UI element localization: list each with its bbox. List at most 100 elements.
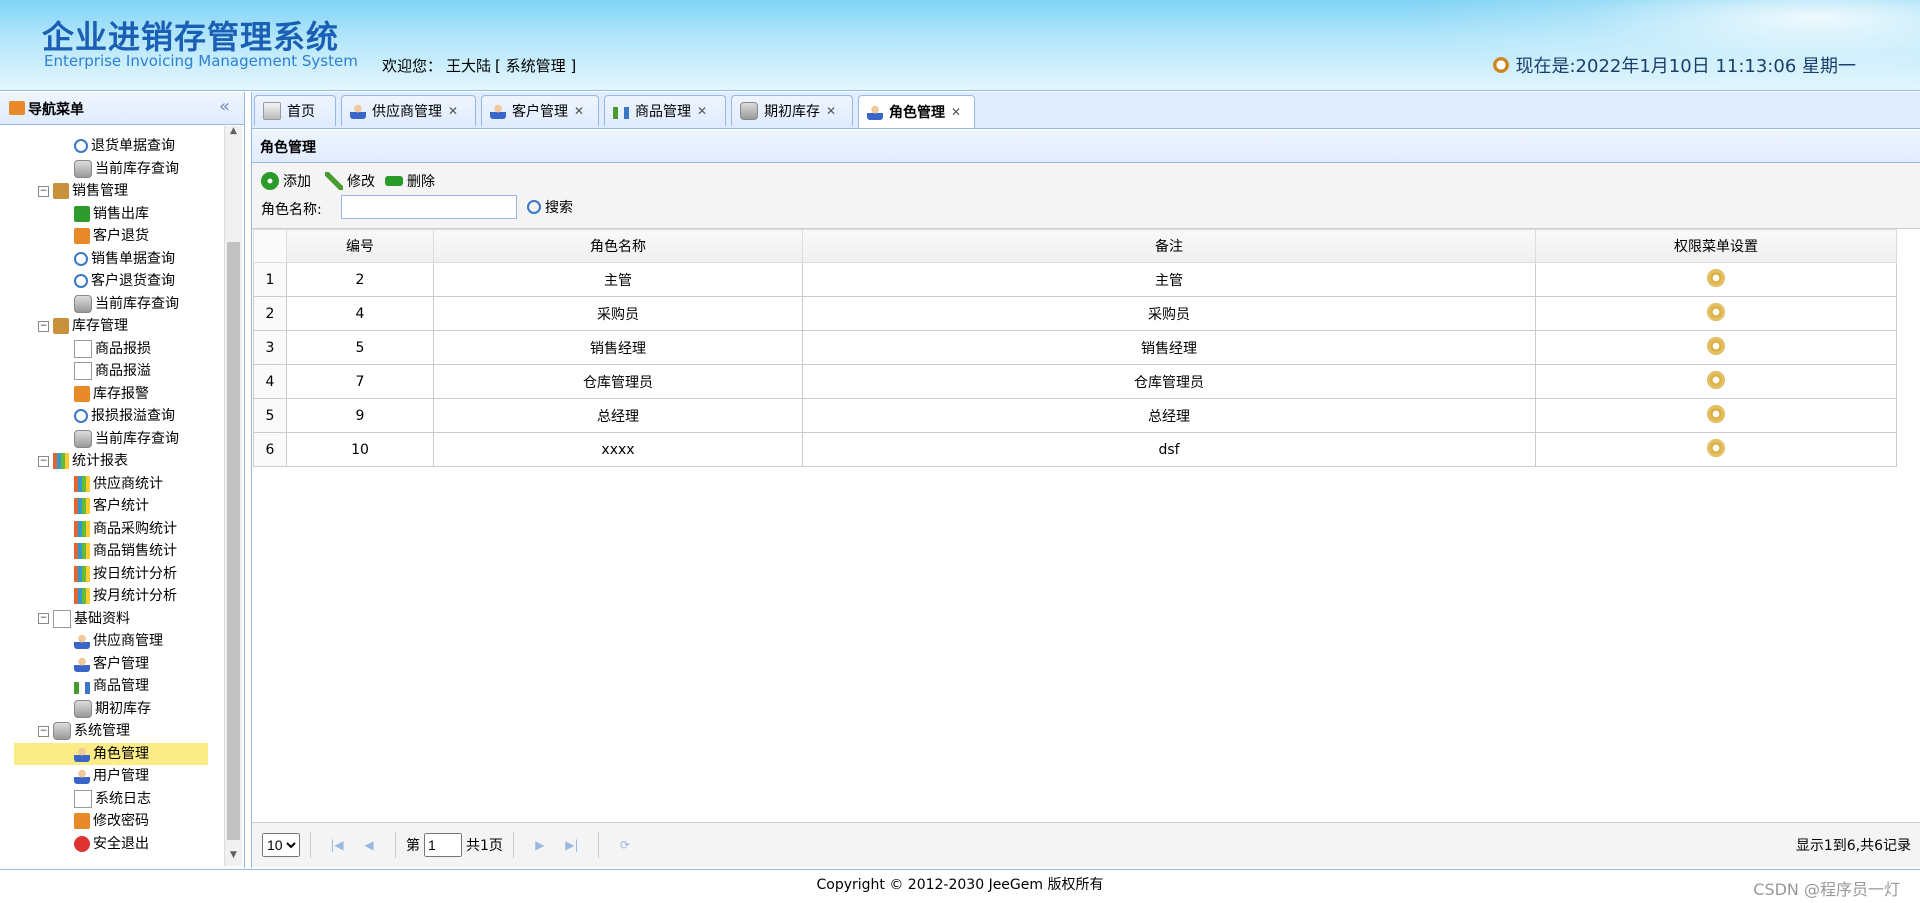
page-number-input[interactable] [424, 833, 462, 857]
gear-icon[interactable] [1707, 370, 1725, 389]
nav-item[interactable]: 商品采购统计 [74, 518, 177, 540]
nav-item[interactable]: 角色管理 [14, 742, 208, 765]
tab[interactable]: 期初库存 ✕ [731, 95, 853, 126]
tab-label: 期初库存 [764, 104, 820, 120]
nav-scrollbar[interactable]: ▲ ▼ [224, 126, 242, 866]
close-tab-icon[interactable]: ✕ [826, 104, 836, 118]
role-name-input[interactable] [341, 195, 517, 219]
nav-item[interactable]: 供应商统计 [74, 473, 163, 495]
nav-item[interactable]: − 销售管理 [38, 180, 128, 202]
next-page-icon[interactable]: ▶ [532, 837, 548, 853]
nav-item[interactable]: − 统计报表 [38, 450, 128, 472]
nav-item[interactable]: 商品报损 [74, 338, 151, 360]
chart-icon [74, 565, 90, 582]
nav-item[interactable]: 商品管理 [74, 675, 149, 697]
close-tab-icon[interactable]: ✕ [574, 104, 584, 118]
delete-button[interactable]: 删除 [385, 171, 435, 191]
nav-item[interactable]: 供应商管理 [74, 630, 163, 652]
nav-item[interactable]: 用户管理 [74, 765, 149, 787]
row-number: 5 [253, 398, 287, 433]
chart-icon [74, 520, 90, 537]
nav-item[interactable]: 当前库存查询 [74, 428, 179, 450]
page-size-select[interactable]: 10 [262, 833, 300, 857]
tree-icon [613, 107, 629, 119]
nav-item[interactable]: 客户退货 [74, 225, 149, 247]
cell-id: 7 [286, 364, 434, 399]
column-header-permission[interactable]: 权限菜单设置 [1535, 229, 1897, 263]
gear-icon[interactable] [1707, 302, 1725, 321]
refresh-icon[interactable]: ⟳ [617, 837, 633, 853]
nav-item-label: 基础资料 [74, 610, 130, 627]
close-tab-icon[interactable]: ✕ [448, 104, 458, 118]
table-row[interactable]: 4 7 仓库管理员 仓库管理员 [253, 364, 1897, 399]
nav-item-label: 统计报表 [72, 453, 128, 469]
nav-item[interactable]: 当前库存查询 [74, 158, 179, 180]
nav-item[interactable]: − 基础资料 [38, 608, 130, 630]
column-header-id[interactable]: 编号 [286, 229, 434, 263]
nav-item[interactable]: 退货单据查询 [74, 135, 175, 157]
tab[interactable]: 客户管理 ✕ [481, 95, 599, 126]
nav-item[interactable]: − 库存管理 [38, 315, 128, 337]
tab[interactable]: 供应商管理 ✕ [341, 95, 476, 126]
nav-item[interactable]: 客户管理 [74, 653, 149, 675]
tab[interactable]: 首页 [254, 95, 336, 126]
nav-item[interactable]: 修改密码 [74, 810, 149, 832]
chart-icon [53, 453, 69, 469]
scroll-down-icon[interactable]: ▼ [227, 850, 240, 866]
gear-icon[interactable] [1707, 404, 1725, 423]
nav-item[interactable]: − 系统管理 [38, 720, 130, 742]
table-row[interactable]: 6 10 xxxx dsf [253, 432, 1897, 467]
first-page-icon[interactable]: |◀ [329, 837, 345, 853]
column-header-name[interactable]: 角色名称 [433, 229, 803, 263]
tab-label: 角色管理 [889, 105, 945, 121]
tab-label: 首页 [287, 104, 315, 120]
nav-item[interactable]: 当前库存查询 [74, 293, 179, 315]
expand-toggle-icon[interactable]: − [38, 613, 49, 624]
nav-item[interactable]: 系统日志 [74, 788, 151, 810]
nav-item[interactable]: 客户统计 [74, 495, 149, 517]
nav-item[interactable]: 客户退货查询 [74, 270, 175, 292]
nav-item[interactable]: 销售单据查询 [74, 248, 175, 270]
nav-item-label: 安全退出 [93, 835, 149, 852]
pager-separator [395, 832, 396, 858]
prev-page-icon[interactable]: ◀ [361, 837, 377, 853]
nav-item[interactable]: 按日统计分析 [74, 563, 177, 585]
exit-icon [74, 835, 90, 852]
search-button[interactable]: 搜索 [527, 197, 573, 217]
expand-toggle-icon[interactable]: − [38, 320, 49, 332]
gear-icon[interactable] [1707, 438, 1725, 457]
expand-toggle-icon[interactable]: − [38, 725, 49, 737]
collapse-icon[interactable]: « [219, 96, 230, 117]
nav-item[interactable]: 期初库存 [74, 698, 151, 720]
gear-icon[interactable] [1707, 336, 1725, 355]
scroll-up-icon[interactable]: ▲ [227, 126, 240, 142]
nav-item[interactable]: 销售出库 [74, 203, 149, 225]
nav-item[interactable]: 库存报警 [74, 383, 149, 405]
nav-item[interactable]: 安全退出 [74, 833, 149, 855]
green-arrow-icon [74, 205, 90, 222]
cell-permission [1535, 364, 1897, 399]
grid-header-row: 编号 角色名称 备注 权限菜单设置 [253, 229, 1897, 263]
expand-toggle-icon[interactable]: − [38, 185, 49, 197]
nav-item[interactable]: 商品报溢 [74, 360, 151, 382]
table-row[interactable]: 3 5 销售经理 销售经理 [253, 330, 1897, 365]
edit-label: 修改 [347, 174, 375, 190]
edit-button[interactable]: 修改 [325, 171, 375, 191]
close-tab-icon[interactable]: ✕ [697, 104, 707, 118]
table-row[interactable]: 1 2 主管 主管 [253, 262, 1897, 297]
close-tab-icon[interactable]: ✕ [951, 105, 961, 119]
nav-item[interactable]: 报损报溢查询 [74, 405, 175, 427]
nav-item-label: 商品报溢 [95, 363, 151, 379]
table-row[interactable]: 5 9 总经理 总经理 [253, 398, 1897, 433]
gear-icon[interactable] [1707, 268, 1725, 287]
expand-toggle-icon[interactable]: − [38, 455, 49, 467]
add-button[interactable]: 添加 [261, 171, 311, 191]
nav-item[interactable]: 商品销售统计 [74, 540, 177, 562]
tab[interactable]: 角色管理 ✕ [858, 95, 975, 128]
scroll-thumb[interactable] [227, 242, 240, 840]
table-row[interactable]: 2 4 采购员 采购员 [253, 296, 1897, 331]
nav-item[interactable]: 按月统计分析 [74, 585, 177, 607]
column-header-remark[interactable]: 备注 [802, 229, 1536, 263]
tab[interactable]: 商品管理 ✕ [604, 95, 726, 126]
last-page-icon[interactable]: ▶| [564, 837, 580, 853]
